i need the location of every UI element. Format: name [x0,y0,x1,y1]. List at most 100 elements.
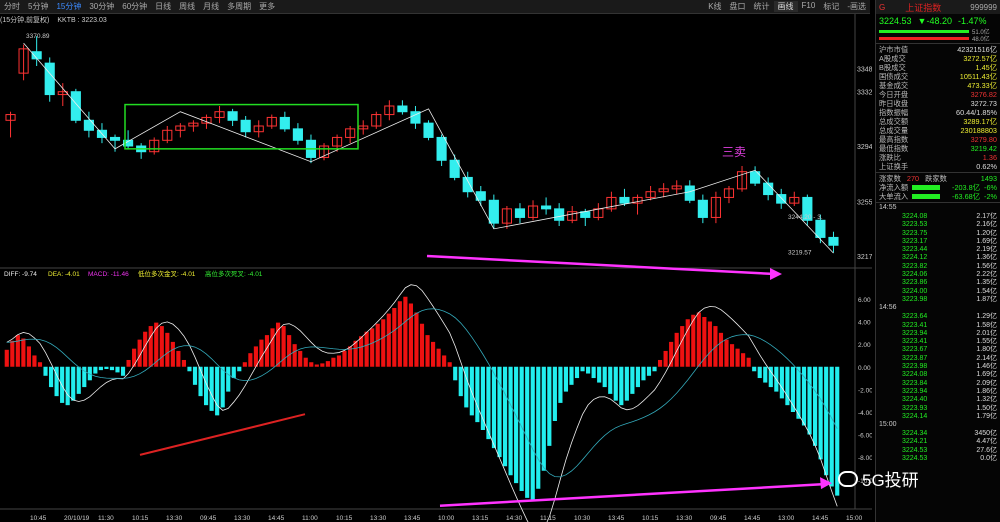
period-tab-2[interactable]: 15分钟 [52,1,85,12]
candle-body [44,62,55,96]
tool-tab-6[interactable]: -画选 [843,1,870,12]
candle-body [397,105,408,113]
stat-row: 昨日收盘 3272.73 [876,99,1000,108]
tick-price: 3223.67 [902,346,928,354]
candle-body [828,236,839,246]
stat-value: 0.62% [976,162,997,171]
tick-amount: 2.01亿 [976,329,997,337]
flow-row: 大单流入 -63.68亿 -2% [876,192,1000,201]
stat-row: 国债成交 10511.43亿 [876,72,1000,81]
stat-label: 昨日收盘 [879,99,909,108]
macd-legend-item: 高位多次死叉: -4.01 [205,269,263,278]
stat-label: 总成交额 [879,117,909,126]
tool-tab-2[interactable]: 统计 [750,1,774,12]
time-tick-label: 10:15 [132,515,149,522]
period-tab-9[interactable]: 更多 [255,1,279,12]
stat-value: 3272.73 [970,99,997,108]
tick-price: 3223.44 [902,246,928,254]
flow-bar [912,194,941,199]
time-tick-label: 09:45 [710,515,727,522]
tick-row: 3224.53 27.6亿 [876,447,1000,455]
time-tick-label: 10:15 [642,515,659,522]
tick-amount: 1.79亿 [976,412,997,420]
tick-amount: 1.35亿 [976,279,997,287]
stat-label: 总成交量 [879,126,909,135]
index-name: 上证指数 [905,2,942,13]
macd-tick-label: -2.00 [858,387,872,394]
dif-line [6,284,838,522]
price-annotation: 3219.57 [788,249,812,256]
tick-price: 3224.14 [902,412,928,420]
quote-title-bar: G 上证指数 999999 [876,0,1000,14]
tick-row: 3224.40 1.32亿 [876,396,1000,404]
stat-value: 10511.43亿 [959,72,997,81]
tick-amount: 2.09亿 [976,379,997,387]
stat-row: A股成交 3272.57亿 [876,54,1000,63]
tick-amount: 1.80亿 [976,346,997,354]
period-tab-3[interactable]: 30分钟 [85,1,118,12]
tool-tab-3[interactable]: 画线 [773,1,798,12]
candle-body [815,219,826,238]
macd-tick-label: -4.00 [858,410,872,417]
sell-bar [879,37,969,40]
period-toolbar: 分时 5分钟 15分钟 30分钟 60分钟 日线 周线 月线 多周期 更多 K线 盘口 统计 画线 F10 标… [0,0,870,14]
tick-price: 3224.21 [902,438,928,446]
tick-price: 3224.08 [902,213,928,220]
period-tab-1[interactable]: 5分钟 [24,1,52,12]
time-tick-label: 13:30 [234,515,251,522]
candle-body [423,122,434,138]
down-count: 1493 [980,174,997,183]
candle-body [554,208,565,221]
stat-label: B股成交 [879,63,906,72]
tick-row: 3224.21 4.47亿 [876,438,1000,446]
fund-flows: 净流入额 -203.8亿 -6% 大单流入 -63.68亿 -2% [876,183,1000,201]
stat-label: 最低指数 [879,144,909,153]
sell-bar-value: 48.0亿 [972,37,990,43]
tick-time-3: 15:00 [879,421,897,429]
tick-amount: 0.0亿 [980,455,997,463]
stat-label: 沪市市值 [879,45,909,54]
tick-price: 3223.94 [902,387,928,395]
tick-price: 3223.86 [902,279,928,287]
stat-value: 473.33亿 [967,81,997,90]
price-tick-label: 3294 [857,144,872,151]
flow-pct: -6% [984,183,997,192]
tick-row: 3223.94 1.86亿 [876,388,1000,396]
stat-row: 指数振幅 60.44/1.85% [876,108,1000,117]
price-row: 3224.53 ▼-48.20 -1.47% [876,14,1000,28]
tool-tab-1[interactable]: 盘口 [726,1,750,12]
tool-tab-5[interactable]: 标记 [819,1,843,12]
chart-area[interactable]: 三卖 3348.4 3332 3294 3255 3217 3370.89 3244.20 -… [0,14,872,522]
candle-body [514,208,526,218]
stat-label: 基金成交 [879,81,909,90]
time-tick-label: 11:00 [302,515,318,522]
candle-body [279,116,290,130]
tick-price: 3223.75 [902,229,928,237]
stat-value: 42321516亿 [957,45,997,54]
stat-row: 总成交量 230188803 [876,126,1000,135]
tick-list-3: 3224.34 3450亿 3224.21 4.47亿 3224.53 27.6亿 3224… [876,430,1000,463]
tick-amount: 1.32亿 [976,396,997,404]
tick-price: 3223.94 [902,329,928,337]
tool-tab-0[interactable]: K线 [704,1,725,12]
period-tab-7[interactable]: 月线 [199,1,223,12]
up-count-label: 涨家数 [879,174,901,183]
tool-tab-4[interactable]: F10 [798,1,820,12]
tick-price: 3223.87 [902,354,928,362]
time-tick-label: 14:45 [744,515,761,522]
tick-amount: 1.50亿 [976,404,997,412]
candle-body [697,199,708,218]
tick-amount: 1.58亿 [976,321,997,329]
stat-value: 3219.42 [970,144,997,153]
tick-price: 3223.64 [902,313,928,321]
price-change-pct: -1.47% [957,16,987,26]
time-tick-label: 11:15 [540,515,556,522]
period-tab-6[interactable]: 周线 [175,1,199,12]
period-tab-8[interactable]: 多周期 [223,1,255,12]
period-tab-4[interactable]: 60分钟 [118,1,151,12]
tick-row: 3223.94 2.01亿 [876,330,1000,338]
candle-body [70,91,81,121]
macd-tick-label: 0.00 [858,365,871,372]
period-tab-5[interactable]: 日线 [151,1,175,12]
period-tab-0[interactable]: 分时 [0,1,24,12]
